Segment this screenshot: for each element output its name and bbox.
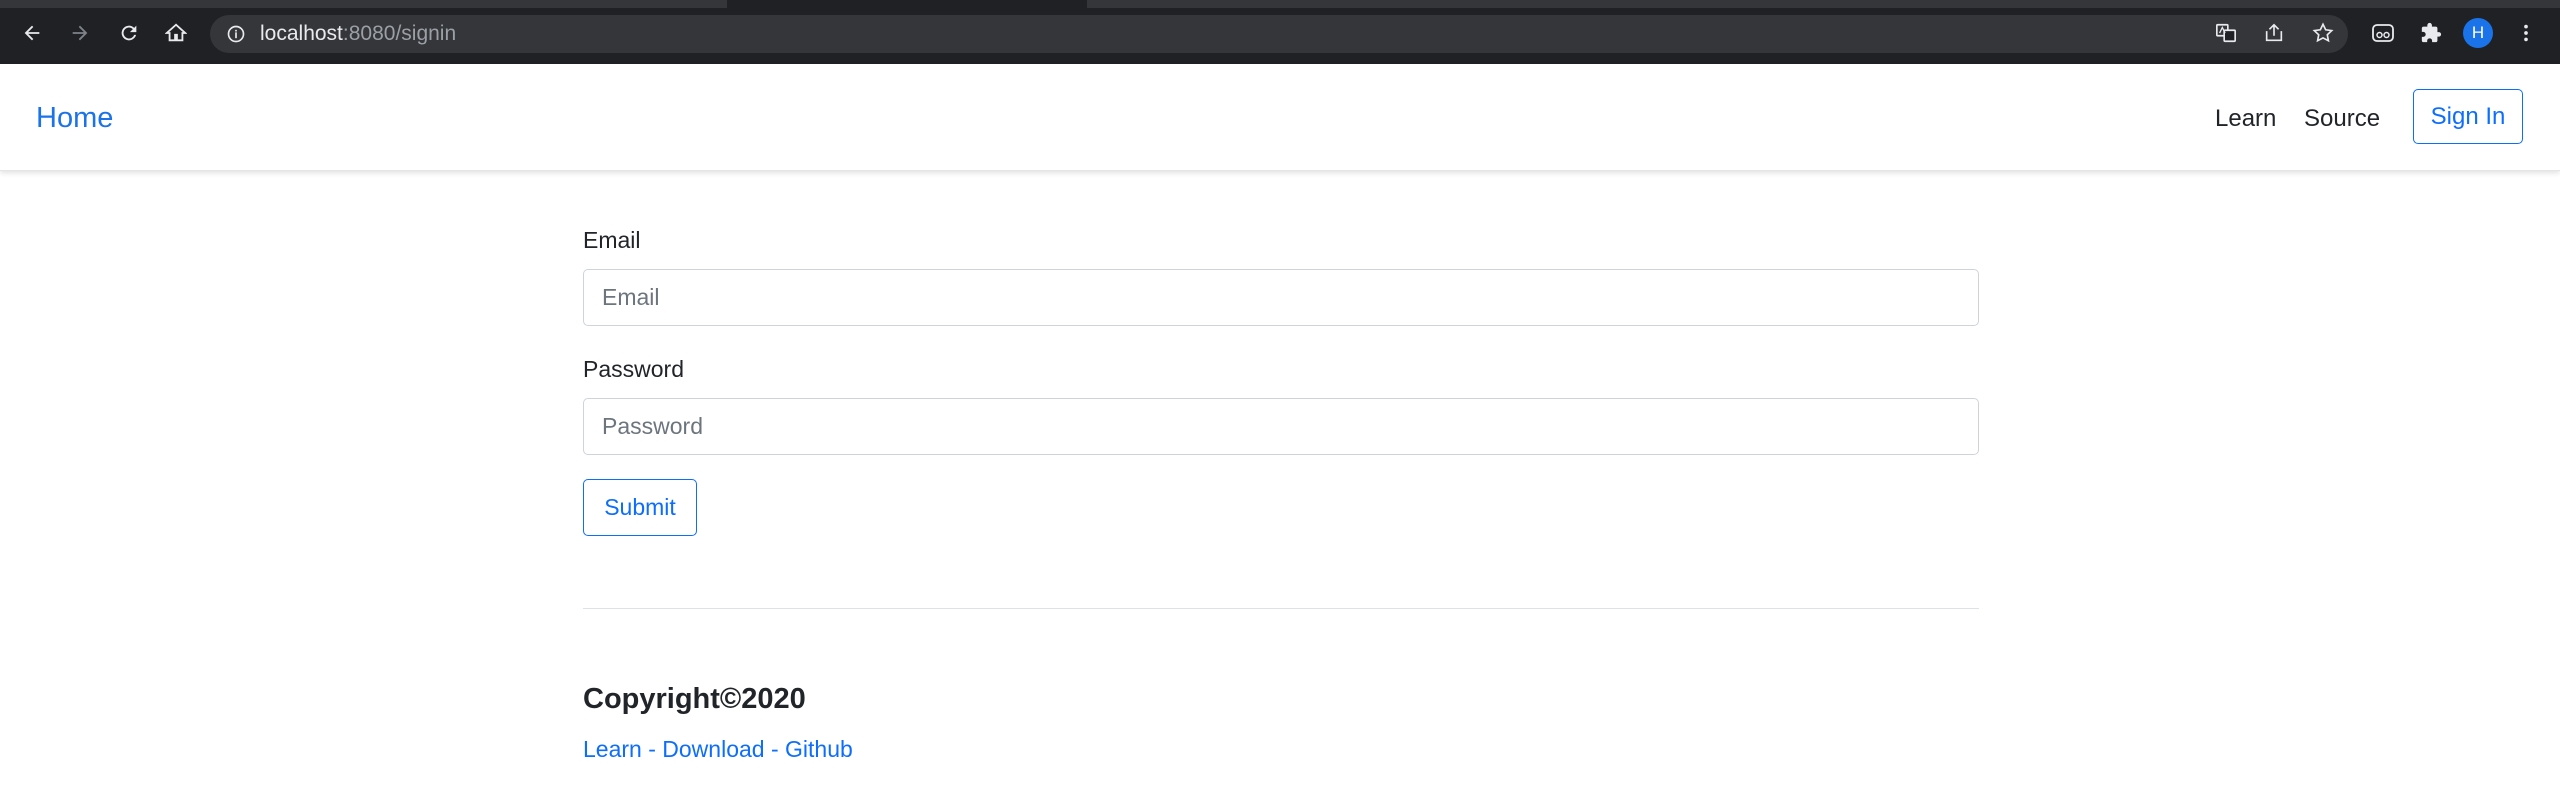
translate-icon[interactable]	[2213, 20, 2239, 46]
footer-link-github[interactable]: Github	[785, 736, 853, 762]
menu-kebab-icon[interactable]	[2513, 20, 2539, 46]
email-field[interactable]	[583, 269, 1979, 326]
share-icon[interactable]	[2261, 20, 2287, 46]
url-path: :8080/signin	[342, 22, 457, 45]
nav-link-learn[interactable]: Learn	[2215, 105, 2276, 133]
brand-home-link[interactable]: Home	[36, 102, 113, 135]
nav-link-source[interactable]: Source	[2304, 105, 2380, 133]
footer-link-learn[interactable]: Learn	[583, 736, 642, 762]
active-tab[interactable]	[727, 0, 1087, 8]
profile-avatar[interactable]: H	[2463, 18, 2493, 48]
address-bar[interactable]: localhost:8080/signin	[210, 15, 2348, 53]
footer-separator: -	[770, 736, 779, 762]
reload-icon[interactable]	[114, 18, 144, 48]
footer-separator: -	[648, 736, 656, 762]
browser-toolbar: localhost:8080/signin H	[0, 0, 2560, 64]
url-text: localhost:8080/signin	[260, 22, 457, 45]
password-field[interactable]	[583, 398, 1979, 455]
footer-divider	[583, 608, 1979, 609]
email-label: Email	[583, 227, 641, 253]
back-icon[interactable]	[17, 18, 47, 48]
tab-strip	[0, 0, 2560, 8]
reading-mode-icon[interactable]	[2370, 20, 2396, 46]
url-host: localhost	[260, 22, 343, 45]
site-navbar: Home Learn Source Sign In	[0, 64, 2560, 171]
forward-icon[interactable]	[65, 18, 95, 48]
footer-links: Learn - Download - Github	[583, 736, 853, 763]
footer-link-download[interactable]: Download	[662, 736, 764, 762]
site-info-icon[interactable]	[226, 24, 246, 49]
bookmark-star-icon[interactable]	[2310, 20, 2336, 46]
extensions-puzzle-icon[interactable]	[2418, 20, 2444, 46]
sign-in-button[interactable]: Sign In	[2413, 89, 2523, 144]
copyright-text: Copyright©2020	[583, 683, 806, 715]
password-label: Password	[583, 356, 684, 382]
submit-button[interactable]: Submit	[583, 479, 697, 536]
home-icon[interactable]	[161, 18, 191, 48]
